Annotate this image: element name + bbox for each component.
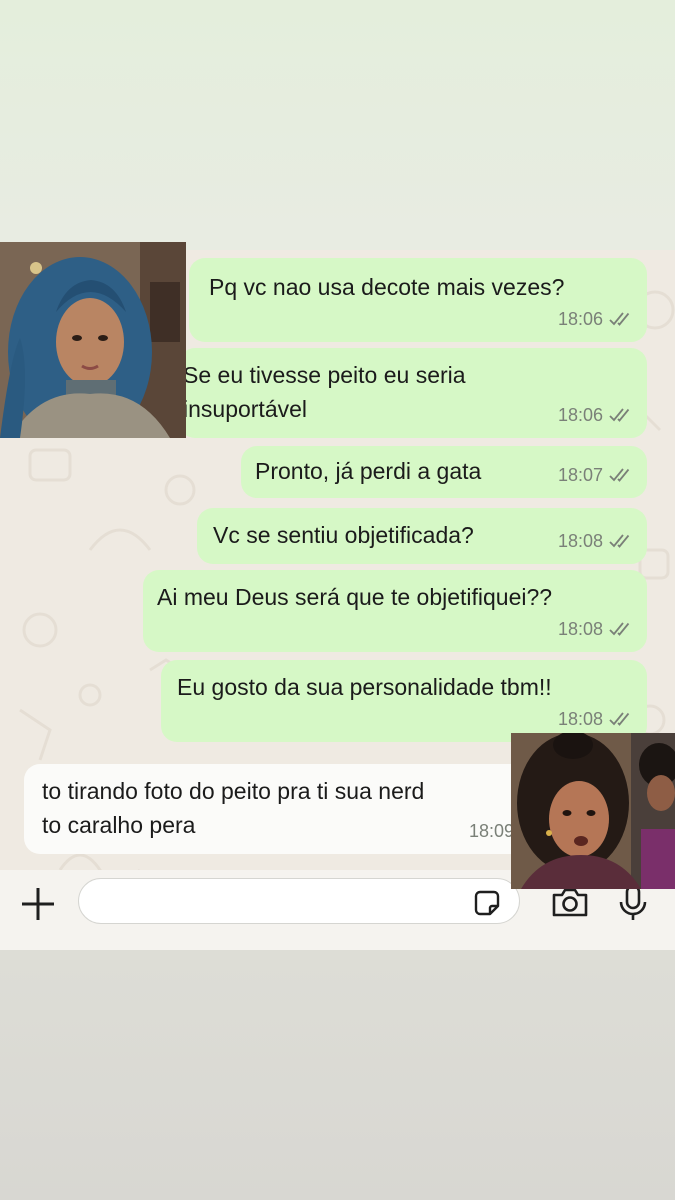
plus-icon[interactable] bbox=[18, 884, 58, 924]
double-check-icon bbox=[609, 468, 630, 482]
message-input[interactable] bbox=[78, 878, 520, 924]
message-meta: 18:08 bbox=[558, 524, 633, 558]
photo-illustration bbox=[511, 733, 675, 889]
sticker-icon[interactable] bbox=[472, 888, 502, 918]
message-bubble-outgoing[interactable]: Se eu tivesse peito eu seria insuportáve… bbox=[179, 348, 647, 438]
double-check-icon bbox=[609, 712, 630, 726]
message-meta: 18:08 bbox=[558, 612, 633, 646]
message-meta: 18:08 bbox=[558, 702, 633, 736]
message-time: 18:09 bbox=[468, 821, 514, 841]
photo-curly-hair bbox=[511, 733, 675, 889]
message-time: 18:08 bbox=[557, 709, 603, 729]
message-text-line-2: insuportável bbox=[183, 396, 308, 422]
double-check-icon bbox=[609, 534, 630, 548]
microphone-icon[interactable] bbox=[618, 884, 648, 922]
message-bubble-outgoing[interactable]: Pronto, já perdi a gata 18:07 bbox=[241, 446, 647, 498]
message-bubble-incoming[interactable]: to tirando foto do peito pra ti sua nerd… bbox=[24, 764, 544, 854]
message-bubble-outgoing[interactable]: Ai meu Deus será que te objetifiquei?? 1… bbox=[143, 570, 647, 652]
message-time: 18:06 bbox=[557, 405, 603, 425]
photo-illustration bbox=[0, 242, 186, 438]
profile-photo-blue-hair bbox=[0, 242, 186, 438]
message-bubble-outgoing[interactable]: Pq vc nao usa decote mais vezes? 18:06 bbox=[189, 258, 647, 342]
double-check-icon bbox=[609, 622, 630, 636]
double-check-icon bbox=[609, 312, 630, 326]
message-text: Pronto, já perdi a gata bbox=[255, 458, 482, 484]
message-text-line-2: to caralho pera bbox=[42, 812, 196, 838]
message-time: 18:08 bbox=[557, 531, 603, 551]
message-bubble-outgoing[interactable]: Vc se sentiu objetificada? 18:08 bbox=[197, 508, 647, 564]
message-time: 18:06 bbox=[557, 309, 603, 329]
message-text: Ai meu Deus será que te objetifiquei?? bbox=[157, 584, 553, 610]
message-text: Pq vc nao usa decote mais vezes? bbox=[209, 274, 565, 300]
message-meta: 18:09 bbox=[469, 814, 514, 848]
camera-icon[interactable] bbox=[550, 886, 590, 918]
message-text-line-1: to tirando foto do peito pra ti sua nerd bbox=[42, 778, 425, 804]
message-text-line-1: Se eu tivesse peito eu seria bbox=[183, 362, 466, 388]
message-bubble-outgoing[interactable]: Eu gosto da sua personalidade tbm!! 18:0… bbox=[161, 660, 647, 742]
message-text: Eu gosto da sua personalidade tbm!! bbox=[177, 674, 552, 700]
message-meta: 18:06 bbox=[558, 302, 633, 336]
message-time: 18:07 bbox=[557, 465, 603, 485]
message-meta: 18:07 bbox=[558, 458, 633, 492]
double-check-icon bbox=[609, 408, 630, 422]
message-time: 18:08 bbox=[557, 619, 603, 639]
message-text: Vc se sentiu objetificada? bbox=[213, 522, 474, 548]
message-meta: 18:06 bbox=[558, 398, 633, 432]
